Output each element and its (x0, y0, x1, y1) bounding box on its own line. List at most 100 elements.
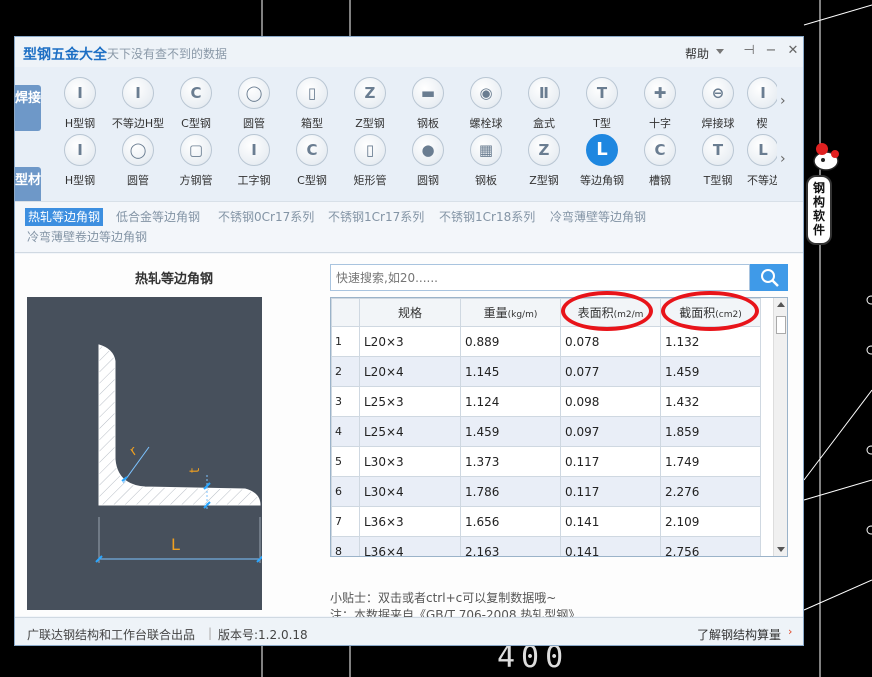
tool-welded-h-beam[interactable]: I H型钢 (51, 77, 109, 133)
tool-profile-z-steel[interactable]: Z Z型钢 (515, 134, 573, 190)
steel-plate-icon: ▬ (412, 77, 444, 109)
z-section-icon: Z (528, 134, 560, 166)
round-pipe-icon: ◯ (238, 77, 270, 109)
table-row[interactable]: 3 L25×3 1.124 0.098 1.432 (331, 386, 761, 417)
tool-welded-c-steel[interactable]: C C型钢 (167, 77, 225, 133)
tab-cold-bent-lipped-angle[interactable]: 冷弯薄壁卷边等边角钢 (27, 228, 147, 246)
producer-text: 广联达钢结构和工作台联合出品 (27, 628, 196, 642)
close-button[interactable]: ✕ (785, 43, 801, 59)
channel-icon: C (644, 134, 676, 166)
app-title: 型钢五金大全 (23, 47, 107, 63)
chevron-right-icon[interactable]: › (780, 151, 786, 167)
h-beam-icon: I (64, 134, 96, 166)
tool-profile-square-tube[interactable]: ▢ 方钢管 (167, 134, 225, 190)
tab-cold-bent-equal-angle[interactable]: 冷弯薄壁等边角钢 (550, 208, 646, 226)
tool-welded-unequal-h[interactable]: I 不等边H型 (109, 77, 167, 133)
round-bar-icon: ● (412, 134, 444, 166)
tool-profile-h-beam[interactable]: I H型钢 (51, 134, 109, 190)
tool-welded-box-type[interactable]: Ⅱ 盒式 (515, 77, 573, 133)
table-row[interactable]: 4 L25×4 1.459 0.097 1.859 (331, 416, 761, 447)
tool-welded-bolt-ball[interactable]: ◉ 螺栓球 (457, 77, 515, 133)
table-row[interactable]: 8 L36×4 2.163 0.141 2.756 (331, 536, 761, 556)
tool-profile-rect-tube[interactable]: ▯ 矩形管 (341, 134, 399, 190)
tool-profile-plate[interactable]: ▦ 钢板 (457, 134, 515, 190)
column-header-weight[interactable]: 重量(kg/m) (460, 298, 561, 327)
welded-ball-icon: ⊖ (702, 77, 734, 109)
tool-profile-equal-angle[interactable]: L 等边角钢 (573, 134, 631, 190)
chevron-right-icon[interactable]: › (780, 93, 786, 109)
tab-low-alloy-equal-angle[interactable]: 低合金等边角钢 (116, 208, 200, 226)
chevron-right-icon[interactable]: › (788, 625, 792, 638)
tool-welded-z-steel[interactable]: Z Z型钢 (341, 77, 399, 133)
chevron-down-icon[interactable] (716, 49, 724, 54)
table-row[interactable]: 1 L20×3 0.889 0.078 1.132 (331, 326, 761, 357)
annotation-ellipse-surface-area (561, 291, 653, 331)
tool-profile-i-beam[interactable]: I 工字钢 (225, 134, 283, 190)
table-scrollbar[interactable] (773, 298, 787, 556)
scroll-down-icon[interactable] (777, 547, 785, 552)
tool-profile-channel[interactable]: C 槽钢 (631, 134, 689, 190)
tip-note: 小贴士：双击或者ctrl+c可以复制数据哦~ (330, 591, 557, 605)
column-header-spec[interactable]: 规格 (359, 298, 461, 327)
tool-welded-cross[interactable]: ✚ 十字 (631, 77, 689, 133)
tool-profile-unequal-angle[interactable]: L 不等边 (747, 134, 777, 190)
help-menu[interactable]: 帮助 (685, 45, 709, 62)
steel-handbook-window: 型钢五金大全 天下没有查不到的数据 帮助 ⊣ − ✕ 焊接 型材 I H型钢 I不… (14, 36, 804, 646)
tool-welded-t-section[interactable]: T T型 (573, 77, 631, 133)
table-row[interactable]: 2 L20×4 1.145 0.077 1.459 (331, 356, 761, 387)
table-row[interactable]: 7 L36×3 1.656 0.141 2.109 (331, 506, 761, 537)
wedge-icon: I (747, 77, 777, 109)
tool-profile-round-pipe[interactable]: ◯ 圆管 (109, 134, 167, 190)
table-row[interactable]: 5 L30×3 1.373 0.117 1.749 (331, 446, 761, 477)
tab-stainless-0cr17[interactable]: 不锈钢0Cr17系列 (218, 208, 314, 226)
side-widget[interactable]: 钢构软件 (806, 137, 846, 247)
pin-icon[interactable]: ⊣ (741, 43, 757, 59)
tool-welded-ball[interactable]: ⊖ 焊接球 (689, 77, 747, 133)
c-channel-icon: C (296, 134, 328, 166)
equal-angle-drawing (95, 344, 264, 563)
title-bar: 型钢五金大全 天下没有查不到的数据 帮助 ⊣ − ✕ (15, 37, 803, 67)
mascot-icon (813, 143, 839, 171)
tab-hot-rolled-equal-angle[interactable]: 热轧等边角钢 (25, 208, 104, 226)
category-label-welded[interactable]: 焊接 (15, 85, 41, 131)
box-section-icon: ▯ (296, 77, 328, 109)
tool-welded-plate[interactable]: ▬ 钢板 (399, 77, 457, 133)
angle-section-diagram: r t L (27, 297, 264, 610)
h-beam-icon: I (64, 77, 96, 109)
app-slogan: 天下没有查不到的数据 (107, 47, 228, 61)
tool-welded-wedge[interactable]: I楔 (747, 77, 777, 133)
learn-more-link[interactable]: 了解钢结构算量 (697, 626, 781, 643)
search-button[interactable] (750, 264, 788, 291)
search-input[interactable] (331, 265, 749, 290)
t-section-icon: T (702, 134, 734, 166)
box-type-icon: Ⅱ (528, 77, 560, 109)
round-pipe-icon: ◯ (122, 134, 154, 166)
tool-profile-c-steel[interactable]: C C型钢 (283, 134, 341, 190)
bolt-ball-icon: ◉ (470, 77, 502, 109)
search-box (330, 264, 750, 291)
tool-profile-t-steel[interactable]: T T型钢 (689, 134, 747, 190)
search-icon (761, 269, 779, 287)
side-widget-label[interactable]: 钢构软件 (806, 175, 832, 245)
leg-length-label: L (171, 535, 180, 554)
tab-stainless-1cr18[interactable]: 不锈钢1Cr18系列 (439, 208, 535, 226)
tool-welded-box[interactable]: ▯ 箱型 (283, 77, 341, 133)
t-section-icon: T (586, 77, 618, 109)
scrollbar-thumb[interactable] (776, 316, 786, 334)
tool-profile-round-bar[interactable]: ● 圆钢 (399, 134, 457, 190)
cross-section-icon: ✚ (644, 77, 676, 109)
square-tube-icon: ▢ (180, 134, 212, 166)
i-beam-icon: I (238, 134, 270, 166)
subtype-tabs: 热轧等边角钢 低合金等边角钢 不锈钢0Cr17系列 不锈钢1Cr17系列 不锈钢… (15, 201, 803, 253)
column-header-index (331, 298, 360, 327)
steel-plate-icon: ▦ (470, 134, 502, 166)
scroll-up-icon[interactable] (777, 302, 785, 307)
table-row[interactable]: 6 L30×4 1.786 0.117 2.276 (331, 476, 761, 507)
tool-welded-round-pipe[interactable]: ◯ 圆管 (225, 77, 283, 133)
unequal-h-icon: I (122, 77, 154, 109)
minimize-button[interactable]: − (763, 43, 779, 59)
version-text: 版本号:1.2.0.18 (218, 628, 308, 642)
section-title: 热轧等边角钢 (135, 272, 214, 287)
tab-stainless-1cr17[interactable]: 不锈钢1Cr17系列 (328, 208, 424, 226)
equal-angle-icon: L (586, 134, 618, 166)
